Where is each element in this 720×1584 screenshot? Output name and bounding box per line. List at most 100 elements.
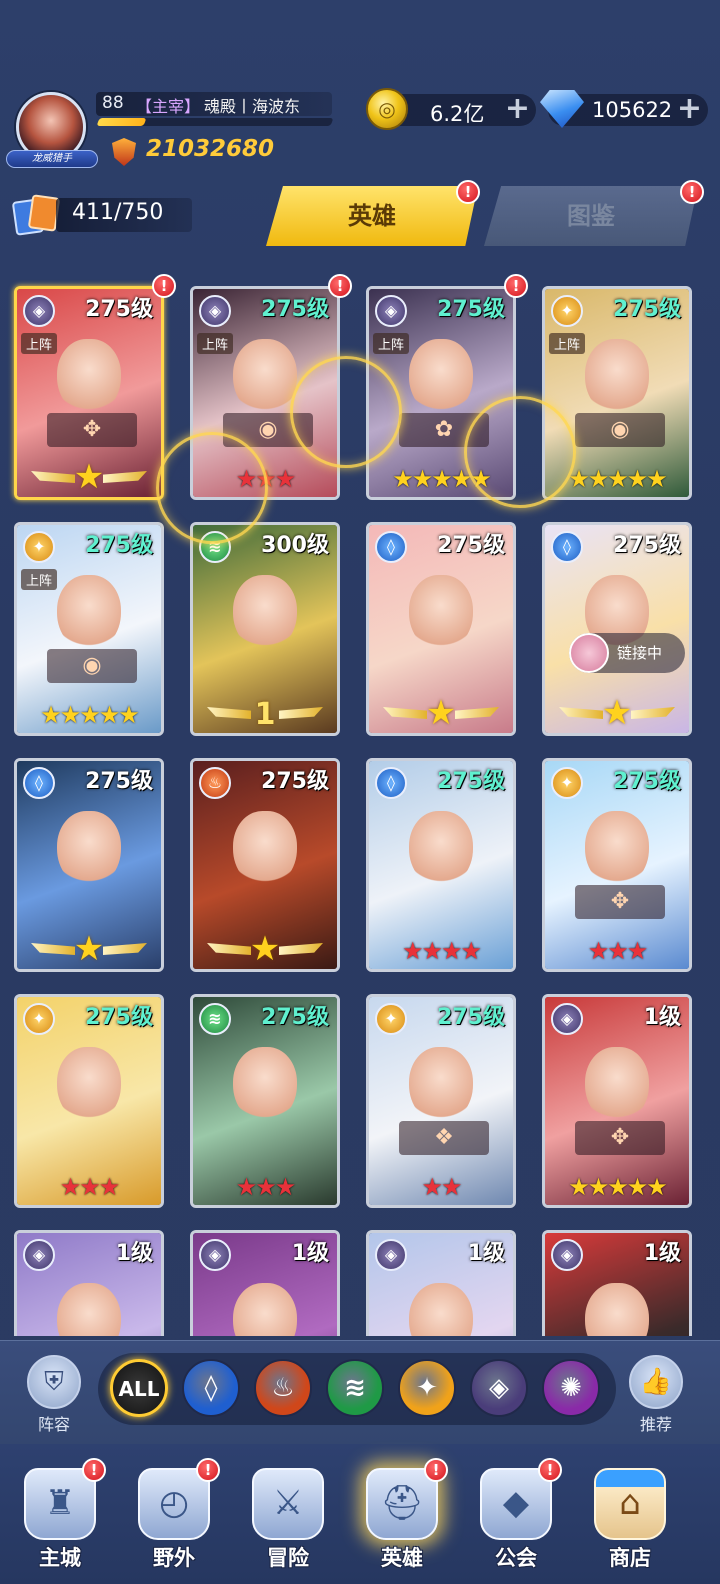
hero-grid: ◈ 275级 上阵 ✥ ★! ◈ 275级 上阵 ◉ ★★★! ◈ 275级 上阵 ✿ ★★★★★! ✦ 275… [0,256,720,1336]
filter-dark-faction-button[interactable]: ◈ [470,1359,528,1417]
lineup-button[interactable]: ⛨ 阵容 [22,1355,86,1435]
hero-face [585,1047,649,1123]
nav-alert-badge: ! [538,1458,562,1482]
water-faction-icon: ◊ [551,531,583,563]
filter-fire-faction-button[interactable]: ♨ [254,1359,312,1417]
water-faction-icon: ◊ [375,531,407,563]
hero-emblem-icon: ✥ [47,413,137,447]
thumbs-up-icon: 👍 [629,1355,683,1409]
hero-card[interactable]: ◊ 275级 链接中 ★ [542,522,692,736]
on-team-tag: 上阵 [21,333,58,354]
hero-level: 275级 [85,297,153,322]
hero-card[interactable]: ≋ 300级 1 [190,522,340,736]
chaos-faction-icon: ✺ [560,1373,582,1403]
awaken-star-badge: ★ [31,459,147,495]
hero-level: 275级 [613,533,681,558]
light-faction-icon: ✦ [375,1003,407,1035]
add-gem-button[interactable]: + [677,94,702,124]
dark-faction-icon: ◈ [375,1239,407,1271]
player-level: 88 [102,93,124,113]
hero-card[interactable]: ✦ 275级 上阵 ◉ ★★★★★ [542,286,692,500]
hero-card[interactable]: ≋ 275级 ★★★ [190,994,340,1208]
tab-heroes[interactable]: 英雄 [266,186,478,246]
hero-card[interactable]: ◈ 1级 ✥ ★★★★★ [542,994,692,1208]
hero-face [57,1047,121,1123]
hero-card[interactable]: ◊ 275级 ★★★★ [366,758,516,972]
hero-stars: ★★★★★ [568,465,668,493]
gem-amount: 105622 [592,98,673,122]
hero-card[interactable]: ✦ 275级 上阵 ◉ ★★★★★ [14,522,164,736]
wind-faction-icon: ≋ [344,1373,366,1403]
hero-cards-icon [11,194,61,236]
light-faction-icon: ✦ [23,531,55,563]
hero-card[interactable]: ✦ 275级 ★★★ [14,994,164,1208]
hero-face [409,811,473,887]
hero-card[interactable]: ◈ 1级 [14,1230,164,1336]
tab-album-alert-badge: ! [680,180,704,204]
hero-card[interactable]: ◈ 1级 [366,1230,516,1336]
light-faction-icon: ✦ [551,295,583,327]
add-gold-button[interactable]: + [505,94,530,124]
lineup-shield-icon: ⛨ [27,1355,81,1409]
hero-level: 275级 [85,533,153,558]
hero-card[interactable]: ◈ 1级 [542,1230,692,1336]
hero-stars: ★★★ [59,1173,121,1201]
filter-light-faction-button[interactable]: ✦ [398,1359,456,1417]
hero-face [409,339,473,415]
hero-level: 275级 [437,1005,505,1030]
star-value: 1 [254,697,276,732]
hero-card[interactable]: ✦ 275级 ✥ ★★★ [542,758,692,972]
nav-shop[interactable]: ⌂ 商店 [580,1458,680,1578]
star-value: ★ [249,929,281,969]
filter-wind-faction-button[interactable]: ≋ [326,1359,384,1417]
recommend-label: 推荐 [639,1415,672,1434]
lineup-label: 阵容 [37,1415,70,1434]
hero-card[interactable]: ◈ 275级 上阵 ◉ ★★★ [190,286,340,500]
gem-resource: 105622 + [540,90,708,128]
hero-card[interactable]: ◈ 1级 [190,1230,340,1336]
hero-level: 1级 [467,1241,505,1266]
hero-card[interactable]: ◊ 275级 ★ [14,758,164,972]
nav-alert-badge: ! [82,1458,106,1482]
dark-faction-icon: ◈ [375,295,407,327]
hero-stars: ★★★ [587,937,649,965]
nav-adventure[interactable]: ⚔ 冒险 [238,1458,338,1578]
on-team-tag: 上阵 [197,333,234,354]
hero-card[interactable]: ✦ 275级 ❖ ★★ [366,994,516,1208]
nav-label: 主城 [39,1546,81,1570]
nav-guild[interactable]: ◆ 公会! [466,1458,566,1578]
hero-level: 275级 [261,1005,329,1030]
nav-label: 冒险 [267,1546,309,1570]
linked-hero-avatar [569,633,609,673]
faction-filter-bar: ⛨ 阵容 ALL ◊ ♨ ≋ ✦ ◈ ✺ 👍 推荐 [0,1340,720,1444]
hero-face [57,575,121,651]
hero-emblem-icon: ◉ [47,649,137,683]
hero-face [233,575,297,651]
hero-card[interactable]: ◊ 275级 ★ [366,522,516,736]
filter-all-button[interactable]: ALL [110,1359,168,1417]
nav-alert-badge: ! [196,1458,220,1482]
filter-chaos-faction-button[interactable]: ✺ [542,1359,600,1417]
hero-level: 275级 [437,297,505,322]
nav-hero[interactable]: ⛑ 英雄! [352,1458,452,1578]
light-faction-icon: ✦ [416,1373,438,1403]
hero-card[interactable]: ◈ 275级上阵 ✥ ★ [14,286,164,500]
hero-card[interactable]: ♨ 275级 ★ [190,758,340,972]
filter-water-faction-button[interactable]: ◊ [182,1359,240,1417]
tab-album[interactable]: 图鉴 [484,186,698,246]
dark-faction-icon: ◈ [23,295,55,327]
dark-faction-icon: ◈ [551,1239,583,1271]
hero-level: 275级 [261,297,329,322]
hero-emblem-icon: ✥ [575,885,665,919]
awaken-star-badge: ★ [31,931,147,967]
recommend-button[interactable]: 👍 推荐 [624,1355,688,1435]
player-role-tag: 【主宰】 [136,97,201,116]
hero-stars: ★★★ [235,465,297,493]
power-shield-icon [112,138,136,166]
fire-faction-icon: ♨ [271,1373,295,1403]
nav-wilderness[interactable]: ◴ 野外! [124,1458,224,1578]
hero-level: 275级 [85,1005,153,1030]
hero-stars: ★★★★★ [392,465,492,493]
hero-card[interactable]: ◈ 275级 上阵 ✿ ★★★★★ [366,286,516,500]
nav-castle[interactable]: ♜ 主城! [10,1458,110,1578]
